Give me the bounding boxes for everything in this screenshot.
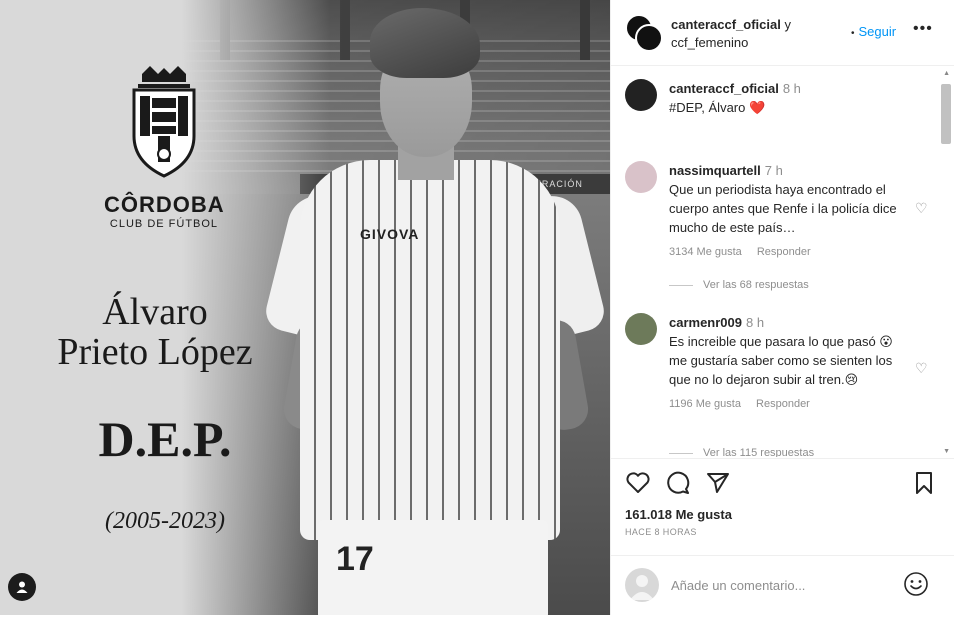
- player-first-name: Álvaro: [102, 291, 208, 333]
- post-actions: 161.018 Me gusta HACE 8 HORAS: [611, 458, 954, 558]
- account-link[interactable]: canteraccf_oficial: [671, 17, 781, 32]
- shorts-number: 17: [336, 540, 374, 578]
- paper-plane-icon[interactable]: [705, 471, 731, 495]
- more-options-button[interactable]: •••: [913, 20, 933, 38]
- post-timestamp: HACE 8 HORAS: [625, 527, 697, 537]
- post-panel: canteraccf_oficial y ccf_femenino • Segui…: [610, 0, 954, 615]
- reply-button[interactable]: Responder: [756, 398, 810, 410]
- comment-icon[interactable]: [665, 471, 691, 495]
- dep-text: D.E.P.: [98, 411, 232, 467]
- avatar[interactable]: [625, 161, 657, 193]
- view-replies-button[interactable]: Ver las 68 respuestas: [669, 279, 809, 291]
- caption-text: #DEP, Álvaro ❤️: [669, 100, 766, 115]
- years-text: (2005-2023): [105, 508, 225, 534]
- comments-list: canteraccf_oficial 8 h #DEP, Álvaro ❤️ na…: [611, 67, 954, 457]
- follow-label: Seguir: [858, 24, 897, 39]
- club-name: CÔRDOBA: [104, 192, 225, 217]
- comment-user[interactable]: nassimquartell: [669, 163, 761, 178]
- comment-user[interactable]: carmenr009: [669, 315, 742, 330]
- post-image[interactable]: 1ª FEDERACIÓN GIVOVA 17 CÔRDOBA CLUB: [0, 0, 610, 615]
- likes-count[interactable]: 161.018 Me gusta: [625, 507, 732, 522]
- comment-likes[interactable]: 3134 Me gusta: [669, 246, 742, 258]
- shirt-brand: GIVOVA: [360, 226, 420, 242]
- replies-divider: [669, 284, 693, 286]
- header-accounts: canteraccf_oficial y ccf_femenino: [671, 16, 791, 52]
- scroll-up-arrow-icon[interactable]: ▲: [943, 70, 950, 77]
- replies-divider: [669, 452, 693, 454]
- avatar[interactable]: [625, 79, 657, 111]
- view-replies-label: Ver las 115 respuestas: [703, 447, 815, 457]
- avatar: [635, 24, 663, 52]
- smiley-icon[interactable]: [903, 571, 929, 597]
- view-replies-button[interactable]: Ver las 115 respuestas: [669, 447, 814, 457]
- comment-input[interactable]: [671, 574, 891, 596]
- comment-time: 8 h: [746, 315, 765, 330]
- comments-scrollbar[interactable]: ▲ ▼: [941, 70, 951, 455]
- club-subtitle: CLUB DE FÚTBOL: [109, 218, 219, 230]
- player-hair: [370, 8, 480, 78]
- account-link[interactable]: ccf_femenino: [671, 35, 748, 50]
- tag-button[interactable]: [8, 573, 36, 601]
- comment-text: Que un periodista haya encontrado el cue…: [669, 182, 897, 235]
- account-avatars[interactable]: [625, 14, 663, 52]
- heart-icon[interactable]: ♡: [915, 359, 928, 378]
- user-tag-icon: [16, 581, 28, 593]
- comment-likes[interactable]: 1196 Me gusta: [669, 398, 741, 410]
- follow-dot: •: [851, 28, 855, 39]
- scroll-down-arrow-icon[interactable]: ▼: [943, 448, 950, 455]
- follow-button[interactable]: • Seguir: [851, 24, 896, 39]
- avatar: [625, 568, 659, 602]
- player-photo: GIVOVA 17: [261, 0, 609, 615]
- player-shirt: [300, 160, 560, 540]
- club-crest-icon: [132, 66, 196, 178]
- bookmark-icon[interactable]: [913, 471, 935, 495]
- reply-button[interactable]: Responder: [757, 246, 811, 258]
- comment-meta: 1196 Me gusta Responder: [669, 395, 909, 414]
- player-last-name: Prieto López: [57, 331, 253, 373]
- avatar[interactable]: [625, 313, 657, 345]
- scroll-thumb[interactable]: [941, 84, 951, 144]
- comment-time: 7 h: [764, 163, 783, 178]
- comment-user[interactable]: canteraccf_oficial: [669, 81, 779, 96]
- post-header: canteraccf_oficial y ccf_femenino • Segui…: [611, 0, 954, 66]
- user-placeholder-icon: [630, 575, 654, 600]
- comment-meta: 3134 Me gusta Responder: [669, 243, 909, 262]
- heart-icon[interactable]: [625, 471, 651, 495]
- account-connector: y: [784, 17, 791, 32]
- heart-icon[interactable]: ♡: [915, 199, 928, 218]
- comment-text: Es increible que pasara lo que pasó 😮me …: [669, 334, 893, 387]
- view-replies-label: Ver las 68 respuestas: [703, 279, 809, 291]
- comment-time: 8 h: [782, 81, 801, 96]
- add-comment-bar: [611, 555, 954, 613]
